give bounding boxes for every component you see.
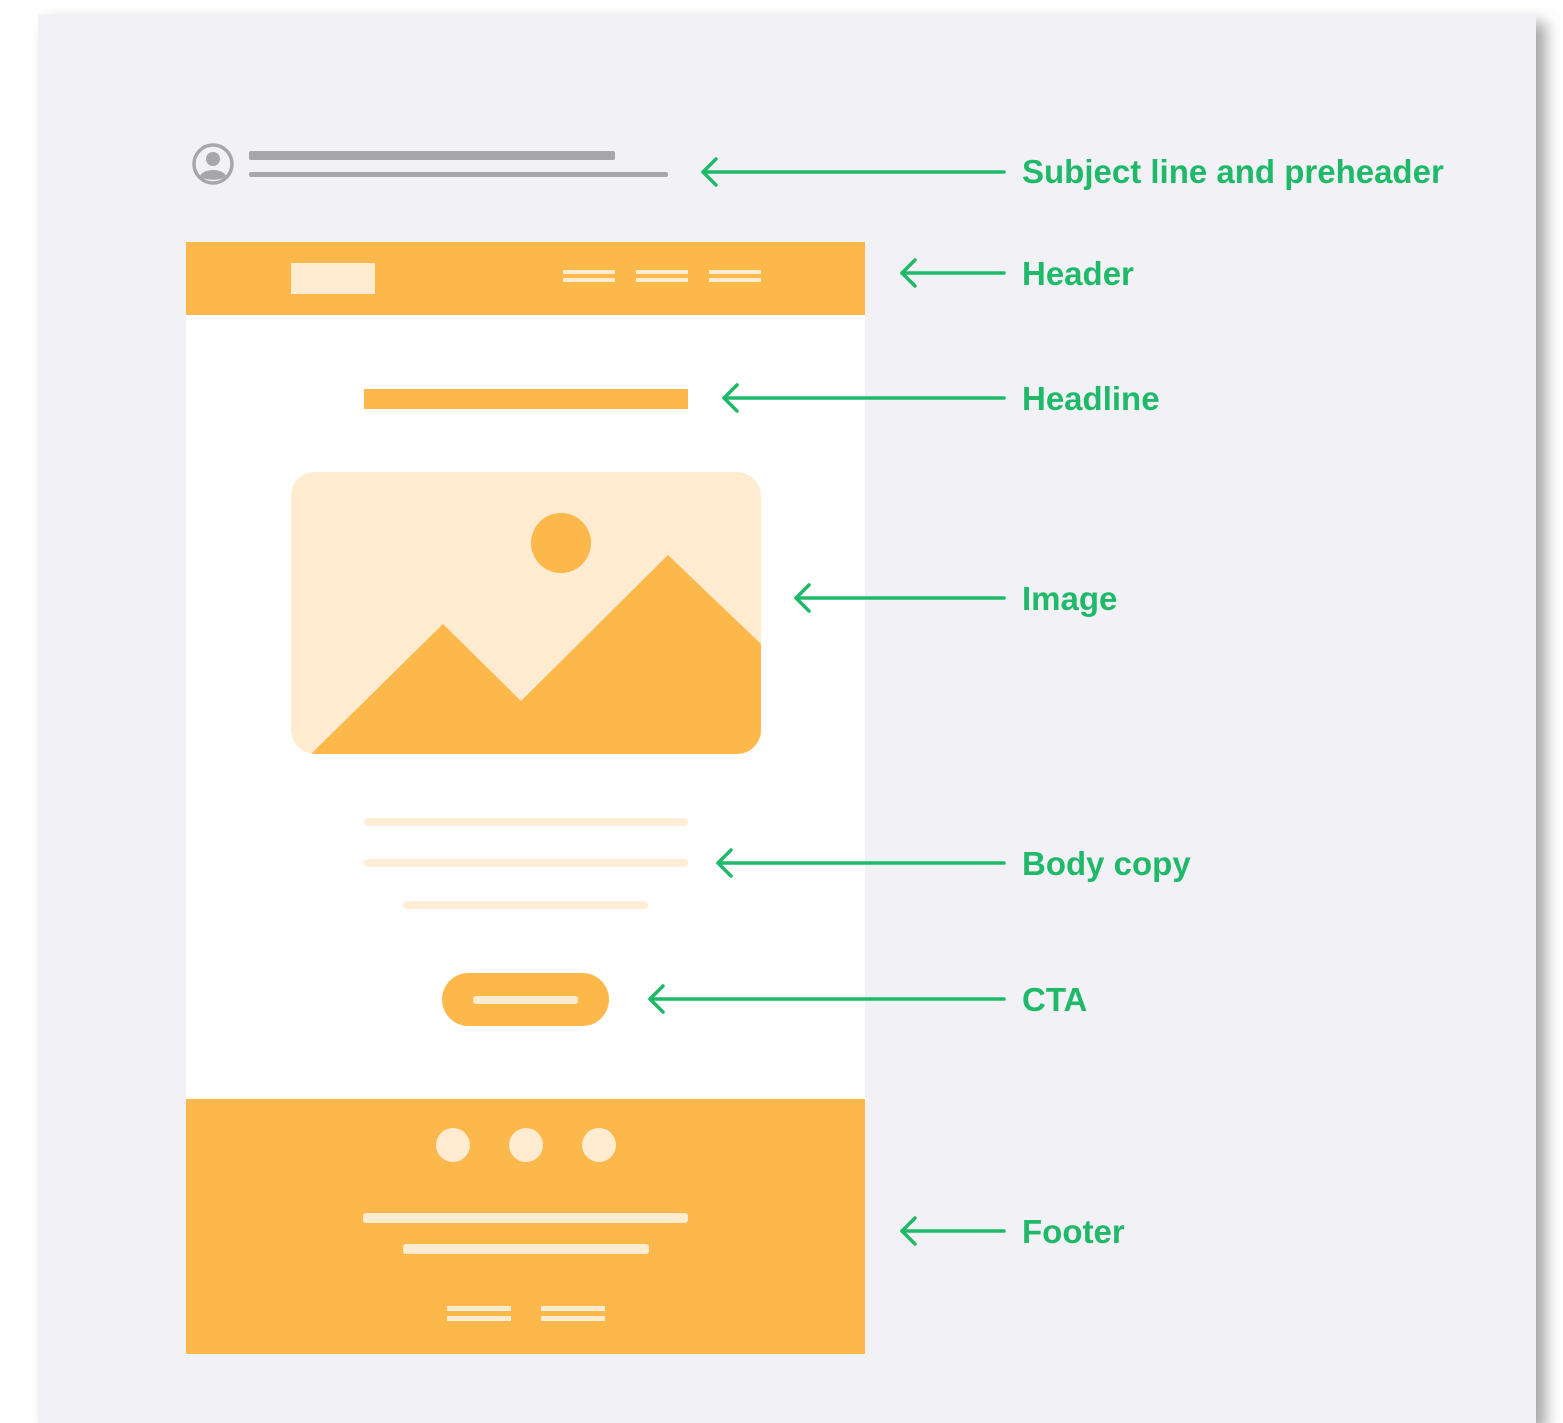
- arrow-left-icon: [900, 258, 1006, 288]
- label-headline: Headline: [1022, 380, 1160, 417]
- label-body-copy: Body copy: [1022, 845, 1191, 882]
- label-image: Image: [1022, 580, 1118, 617]
- arrow-left-icon: [794, 583, 1006, 613]
- annotation-arrows: [648, 157, 1006, 1246]
- arrow-left-icon: [648, 984, 1006, 1014]
- label-cta: CTA: [1022, 981, 1088, 1018]
- arrow-left-icon: [722, 383, 1006, 413]
- label-header: Header: [1022, 255, 1134, 292]
- arrow-left-icon: [716, 848, 1006, 878]
- label-subject-line-and-preheader: Subject line and preheader: [1022, 153, 1444, 190]
- arrow-left-icon: [701, 157, 1006, 187]
- arrow-left-icon: [900, 1216, 1006, 1246]
- label-footer: Footer: [1022, 1213, 1125, 1250]
